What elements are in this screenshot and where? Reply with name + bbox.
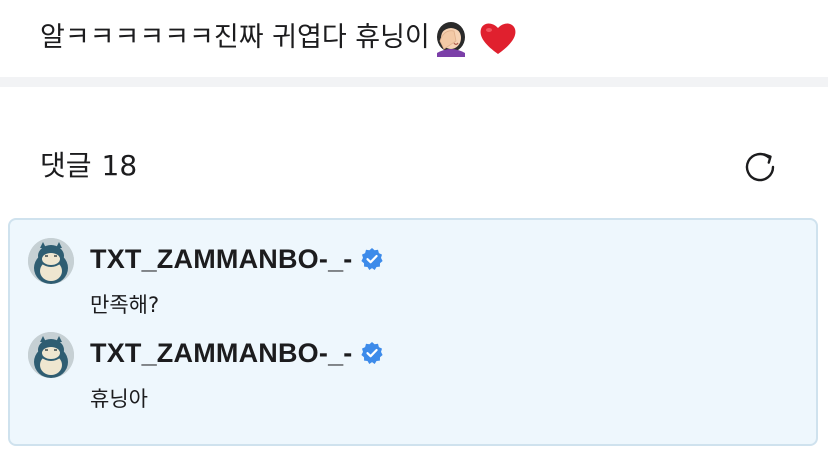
face-palm-emoji-icon (432, 19, 470, 57)
comment-text: 만족해? (90, 293, 160, 317)
post-text: 알ㅋㅋㅋㅋㅋㅋ진짜 귀엽다 휴닝이 (40, 22, 430, 53)
avatar[interactable] (28, 332, 74, 378)
avatar[interactable] (28, 238, 74, 284)
refresh-icon (745, 152, 775, 182)
username[interactable]: TXT_ZAMMANBO-_- (90, 336, 352, 370)
comments-count: 18 (101, 149, 138, 182)
username-row: TXT_ZAMMANBO-_- (90, 242, 384, 276)
username-row: TXT_ZAMMANBO-_- (90, 336, 384, 370)
verified-badge-icon (360, 247, 384, 271)
comments-label: 댓글 (40, 149, 92, 182)
refresh-button[interactable] (738, 145, 782, 189)
section-divider (0, 77, 828, 87)
post-text-line: 알ㅋㅋㅋㅋㅋㅋ진짜 귀엽다 휴닝이 (40, 18, 518, 58)
verified-badge-icon (360, 341, 384, 365)
comment-text: 휴닝아 (90, 387, 148, 411)
username[interactable]: TXT_ZAMMANBO-_- (90, 242, 352, 276)
comment-thread: TXT_ZAMMANBO-_- 만족해? TXT_ZAMMANBO-_- 휴닝아 (8, 218, 818, 446)
red-heart-emoji-icon (478, 20, 518, 56)
comments-header: 댓글 18 (40, 146, 137, 186)
